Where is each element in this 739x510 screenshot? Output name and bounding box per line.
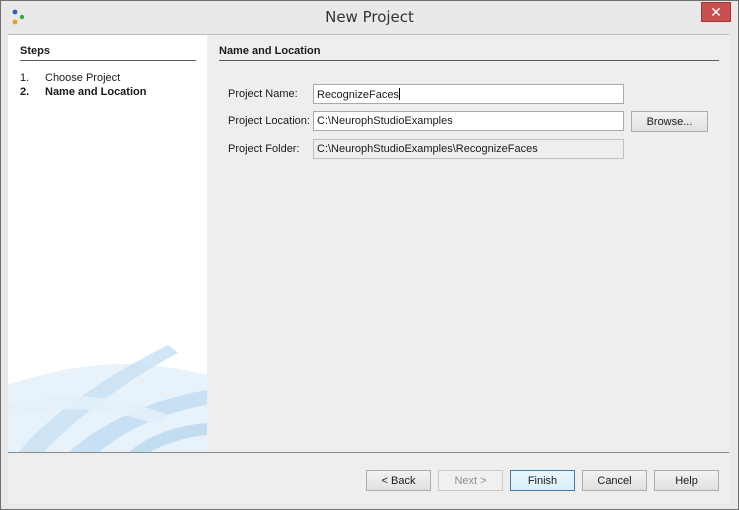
text-caret: [398, 88, 400, 100]
next-button[interactable]: Next >: [438, 470, 503, 491]
cancel-button[interactable]: Cancel: [582, 470, 647, 491]
project-name-value: RecognizeFaces: [317, 89, 399, 101]
button-bar: < Back Next > Finish Cancel Help: [8, 452, 729, 504]
step-label: Choose Project: [45, 72, 121, 84]
step-name-and-location: 2. Name and Location: [20, 86, 146, 98]
project-folder-field: C:\NeurophStudioExamples\RecognizeFaces: [313, 139, 624, 159]
main-panel: Name and Location Project Name: Recogniz…: [207, 35, 729, 453]
browse-button[interactable]: Browse...: [631, 111, 708, 132]
steps-divider: [20, 60, 196, 61]
help-button[interactable]: Help: [654, 470, 719, 491]
dialog-content: Steps 1. Choose Project 2. Name and Loca…: [8, 34, 729, 453]
steps-panel: Steps 1. Choose Project 2. Name and Loca…: [8, 35, 207, 453]
project-folder-value: C:\NeurophStudioExamples\RecognizeFaces: [317, 143, 538, 155]
project-location-value: C:\NeurophStudioExamples: [317, 115, 453, 127]
close-icon: ✕: [710, 3, 722, 20]
step-number: 2.: [20, 86, 30, 98]
back-button[interactable]: < Back: [366, 470, 431, 491]
project-name-label: Project Name:: [228, 88, 298, 100]
step-choose-project: 1. Choose Project: [20, 72, 120, 84]
step-number: 1.: [20, 72, 30, 84]
step-label: Name and Location: [45, 86, 147, 98]
steps-title: Steps: [20, 45, 50, 57]
section-divider: [219, 60, 719, 61]
title-bar: New Project ✕: [1, 1, 738, 33]
project-location-field[interactable]: C:\NeurophStudioExamples: [313, 111, 624, 131]
project-location-label: Project Location:: [228, 115, 310, 127]
close-button[interactable]: ✕: [701, 2, 731, 22]
project-folder-label: Project Folder:: [228, 143, 300, 155]
new-project-dialog: New Project ✕ Steps 1. Choose Project 2.…: [0, 0, 739, 510]
decorative-swoosh: [8, 345, 207, 453]
section-title: Name and Location: [219, 45, 321, 57]
project-name-field[interactable]: RecognizeFaces: [313, 84, 624, 104]
finish-button[interactable]: Finish: [510, 470, 575, 491]
window-title: New Project: [325, 8, 414, 26]
